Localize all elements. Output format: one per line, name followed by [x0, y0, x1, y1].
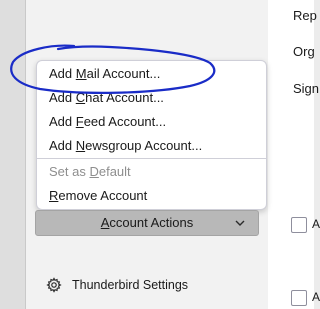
- signature-label: Sign: [293, 81, 320, 96]
- option-checkbox-1-label: A: [312, 217, 320, 231]
- thunderbird-settings-label: Thunderbird Settings: [72, 278, 189, 292]
- menu-item-label: Add Newsgroup Account...: [49, 138, 203, 153]
- menu-item-label: Add Chat Account...: [49, 90, 164, 105]
- menu-item-label: Set as Default: [49, 164, 131, 179]
- account-actions-menu: Add Mail Account... Add Chat Account... …: [36, 60, 267, 210]
- option-checkbox-2-label: A: [312, 290, 320, 304]
- menu-item-add-mail-account[interactable]: Add Mail Account...: [49, 64, 160, 84]
- menu-item-add-chat-account[interactable]: Add Chat Account...: [49, 88, 164, 108]
- account-actions-button[interactable]: Account Actions: [35, 210, 259, 236]
- account-settings-pane: Rep Org Sign A A: [268, 0, 320, 309]
- gear-icon: [46, 277, 62, 293]
- menu-item-label: Remove Account: [49, 188, 148, 203]
- menu-separator: [37, 158, 266, 159]
- menu-item-remove-account[interactable]: Remove Account: [49, 186, 147, 206]
- window-left-edge: [0, 0, 26, 309]
- menu-item-label: Add Feed Account...: [49, 114, 167, 129]
- option-checkbox-2[interactable]: [291, 290, 307, 306]
- organization-label: Org: [293, 44, 315, 59]
- reply-to-label: Rep: [293, 8, 317, 23]
- thunderbird-settings-link[interactable]: Thunderbird Settings: [46, 276, 256, 296]
- menu-item-label: Add Mail Account...: [49, 66, 161, 81]
- account-actions-label: Account Actions: [100, 215, 194, 230]
- chevron-down-icon: [235, 220, 245, 226]
- menu-item-add-newsgroup-account[interactable]: Add Newsgroup Account...: [49, 136, 202, 156]
- menu-item-add-feed-account[interactable]: Add Feed Account...: [49, 112, 166, 132]
- menu-item-set-as-default: Set as Default: [49, 162, 131, 182]
- option-checkbox-1[interactable]: [291, 217, 307, 233]
